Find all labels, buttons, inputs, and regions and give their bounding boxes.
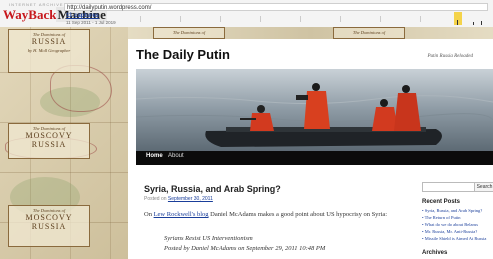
search-button[interactable]: Search (474, 182, 493, 192)
post-meta: Posted on September 30, 2011 (144, 196, 213, 202)
recent-post-item[interactable]: What do we do about Belarus (422, 221, 493, 228)
url-field[interactable]: http://dailyputin.wordpress.com/ (64, 3, 488, 11)
post-date-link[interactable]: September 30, 2011 (168, 196, 213, 202)
capture-date-range: 11 Sep 2011 - 1 Jul 2019 (66, 20, 116, 25)
wayback-logo[interactable]: INTERNET ARCHIVE WayBackMachine (3, 2, 107, 23)
capture-timeline[interactable] (140, 12, 483, 25)
recent-post-item[interactable]: Mr. Russia, Mr. Anti-Russia? (422, 228, 493, 235)
archives-heading: Archives (422, 250, 448, 256)
logo-way: WayBack (3, 7, 57, 22)
map-cartouche-top: The Dominions of RUSSIA by H. Moll Geogr… (8, 29, 90, 73)
lew-rockwell-link[interactable]: Lew Rockwell's blog (154, 211, 209, 218)
map-top-strip: The Dominions of The Dominions of (128, 27, 493, 39)
wayback-toolbar: INTERNET ARCHIVE WayBackMachine http://d… (0, 0, 493, 28)
header-banner-image (136, 69, 493, 151)
recent-posts-list: Syria, Russia, and Arab Spring? The Retu… (422, 207, 493, 242)
site-tagline: Putin Russia Reloaded (427, 54, 473, 59)
captures-link[interactable]: 11 captures (66, 13, 99, 19)
selected-capture-marker[interactable] (454, 12, 462, 25)
map-cartouche-middle: The Dominions of MOSCOVY RUSSIA (8, 123, 90, 159)
banner-photo (136, 69, 493, 151)
nav-home[interactable]: Home (146, 153, 163, 159)
quote-byline: Posted by Daniel McAdams on September 29… (164, 245, 326, 252)
recent-post-item[interactable]: Syria, Russia, and Arab Spring? (422, 207, 493, 214)
post-paragraph: On Lew Rockwell's blog Daniel McAdams ma… (144, 211, 388, 218)
blog-page: The Daily Putin Putin Russia Reloaded Ho… (128, 39, 493, 259)
nav-about[interactable]: About (168, 153, 184, 159)
search-input[interactable] (422, 182, 476, 192)
main-nav: Home About (136, 151, 493, 165)
map-cartouche-bottom: The Dominions of MOSCOVY RUSSIA (8, 205, 90, 247)
quote-title: Syrians Resist US Interventionism (164, 235, 253, 242)
site-title[interactable]: The Daily Putin (136, 47, 230, 62)
map-background: The Dominions of RUSSIA by H. Moll Geogr… (0, 27, 128, 259)
post-title[interactable]: Syria, Russia, and Arab Spring? (144, 184, 281, 194)
recent-posts-heading: Recent Posts (422, 199, 461, 205)
recent-post-item[interactable]: Missile Shield is Aimed At Russia (422, 235, 493, 242)
recent-post-item[interactable]: The Return of Putin (422, 214, 493, 221)
